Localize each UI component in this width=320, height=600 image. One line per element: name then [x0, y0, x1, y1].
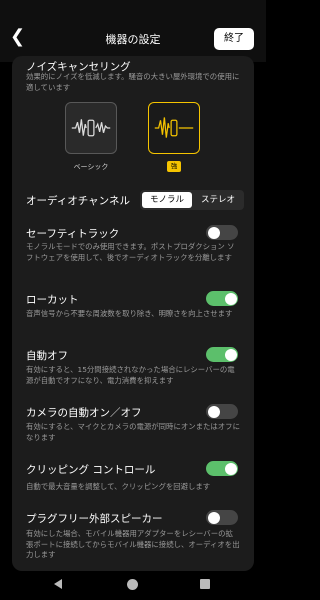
noise-mode-basic-button[interactable]: [65, 102, 117, 154]
plug-free-speaker-title: プラグフリー外部スピーカー: [26, 513, 163, 525]
safety-track-desc: モノラルモードでのみ使用できます。ポストプロダクション ソフトウェアを使用して、…: [26, 242, 235, 262]
clipping-control-toggle[interactable]: [206, 461, 238, 476]
auto-off-desc: 有効にすると、15分間接続されなかった場合にレシーバーの電源が自動でオフになり、…: [26, 365, 235, 385]
audio-channel-title: オーディオチャンネル: [26, 195, 130, 207]
toggle-knob: [224, 462, 237, 475]
triangle-back-icon[interactable]: [54, 579, 62, 589]
camera-auto-power-desc: 有効にすると、マイクとカメラの電源が同時にオンまたはオフになります: [26, 422, 240, 442]
circle-home-icon[interactable]: [127, 579, 138, 590]
low-cut-desc: 音声信号から不要な周波数を取り除き、明瞭さを向上させます: [26, 309, 233, 318]
low-cut-toggle[interactable]: [206, 291, 238, 306]
clipping-control-title: クリッピング コントロール: [26, 464, 156, 476]
toggle-knob: [207, 511, 220, 524]
noise-mode-strong-badge: 強: [167, 161, 181, 172]
noise-mode-basic-label: ベーシック: [73, 163, 109, 171]
noise-cancel-desc: 効果的にノイズを低減します。騒音の大きい屋外環境での使用に適しています: [26, 72, 240, 92]
audio-channel-segmented-control: モノラル ステレオ: [140, 190, 244, 210]
system-nav-bar: [0, 571, 266, 600]
audio-channel-mono-option[interactable]: モノラル: [142, 192, 192, 208]
toggle-knob: [224, 348, 237, 361]
settings-card: ノイズキャンセリング 効果的にノイズを低減します。騒音の大きい屋外環境での使用に…: [12, 56, 254, 571]
toggle-knob: [207, 405, 220, 418]
plug-free-speaker-desc: 有効にした場合、モバイル機器用アダプターをレシーバーの拡張ポートに接続してからモ…: [26, 529, 240, 559]
camera-auto-power-title: カメラの自動オン／オフ: [26, 407, 142, 419]
auto-off-toggle[interactable]: [206, 347, 238, 362]
auto-off-title: 自動オフ: [26, 350, 68, 362]
clipping-control-desc: 自動で最大音量を調整して、クリッピングを回避します: [26, 482, 211, 491]
noise-mode-strong-button[interactable]: [148, 102, 200, 154]
waveform-basic-icon: [71, 119, 111, 137]
toggle-knob: [224, 292, 237, 305]
safety-track-toggle[interactable]: [206, 225, 238, 240]
square-recents-icon[interactable]: [200, 579, 210, 589]
low-cut-title: ローカット: [26, 294, 79, 306]
audio-channel-stereo-option[interactable]: ステレオ: [194, 192, 242, 208]
safety-track-title: セーフティトラック: [26, 228, 120, 240]
done-button[interactable]: 終了: [214, 28, 254, 50]
waveform-strong-icon: [154, 117, 194, 138]
top-bar: ❮ 機器の設定 終了: [0, 0, 266, 62]
plug-free-speaker-toggle[interactable]: [206, 510, 238, 525]
toggle-knob: [207, 226, 220, 239]
camera-auto-power-toggle[interactable]: [206, 404, 238, 419]
